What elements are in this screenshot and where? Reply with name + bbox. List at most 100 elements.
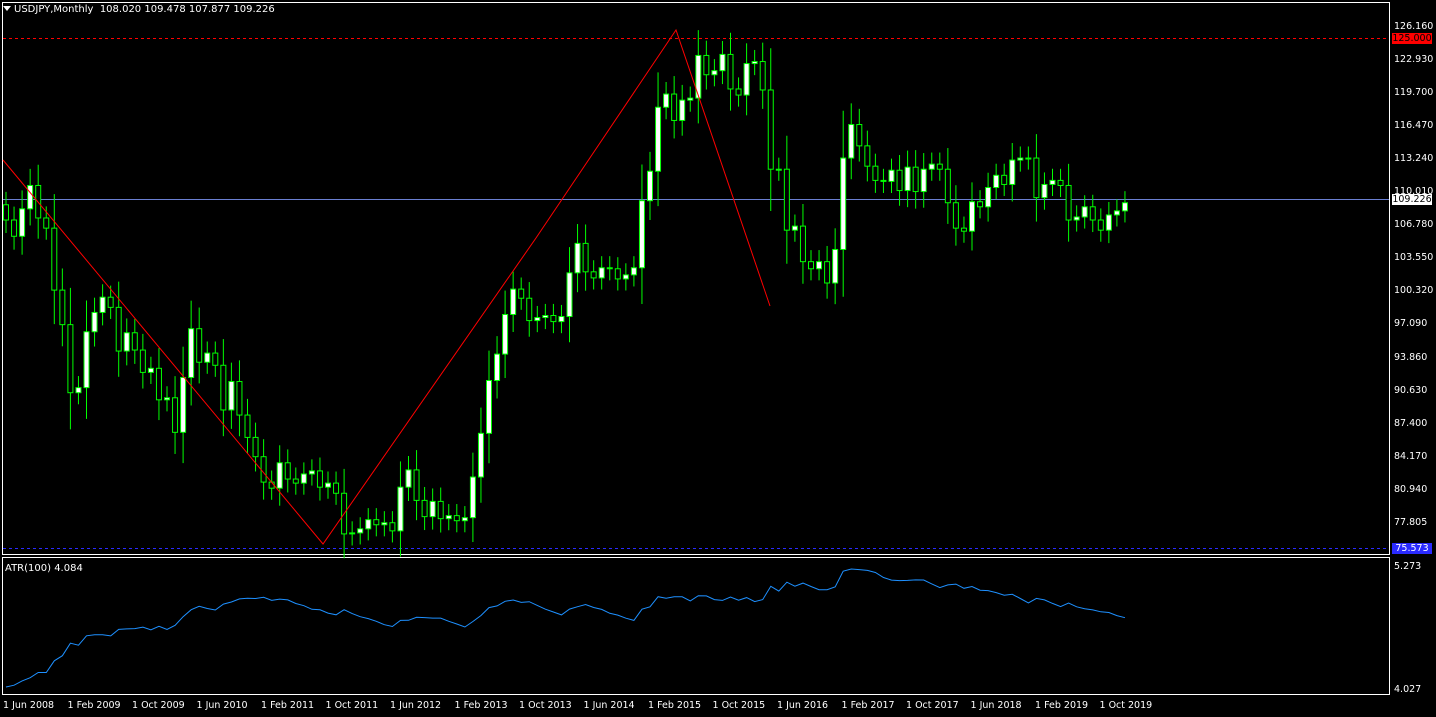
candle [365, 519, 372, 530]
candle [1073, 216, 1080, 221]
candle [1001, 174, 1008, 185]
time-axis-label: 1 Feb 2015 [648, 700, 702, 711]
candle [904, 166, 911, 192]
candle [59, 289, 66, 326]
time-axis-label: 1 Jun 2018 [970, 700, 1022, 711]
price-axis-tick: 116.470 [1394, 120, 1434, 132]
candle [1081, 206, 1088, 218]
candle [1049, 179, 1056, 185]
candle [494, 353, 501, 382]
dropdown-triangle-icon[interactable] [3, 6, 11, 11]
candle [791, 225, 798, 231]
lower-level-tag: 75.573 [1392, 543, 1432, 554]
candle [622, 274, 629, 280]
price-axis-tick: 106.780 [1394, 219, 1434, 231]
candle [244, 414, 251, 438]
candle [99, 296, 106, 313]
time-axis-label: 1 Jun 2010 [196, 700, 248, 711]
candle [437, 500, 444, 520]
time-axis-label: 1 Jun 2014 [583, 700, 635, 711]
candle [711, 70, 718, 76]
indicator-panel-frame [2, 557, 1390, 695]
price-axis-tick: 93.860 [1394, 351, 1428, 363]
candle [83, 331, 90, 389]
candle [928, 163, 935, 170]
candle [912, 166, 919, 193]
atr-line [5, 568, 1126, 688]
candle [381, 522, 388, 526]
candle [308, 470, 315, 475]
price-axis-tick: 90.630 [1394, 384, 1428, 396]
candle [896, 169, 903, 192]
candle [816, 261, 823, 270]
time-axis-label: 1 Oct 2015 [712, 700, 766, 711]
time-axis-label: 1 Oct 2011 [325, 700, 379, 711]
candle [1025, 157, 1032, 160]
candle [172, 397, 179, 433]
time-axis-label: 1 Jun 2016 [777, 700, 829, 711]
candle [204, 352, 211, 363]
candle [43, 217, 50, 229]
candle [856, 124, 863, 147]
candle [405, 469, 412, 488]
chart-header[interactable]: USDJPY,Monthly 108.020 109.478 107.877 1… [3, 4, 275, 15]
candle [832, 248, 839, 284]
time-axis-label: 1 Feb 2019 [1035, 700, 1089, 711]
candle [115, 306, 122, 352]
candle [1009, 159, 1016, 185]
candle [316, 470, 323, 488]
candle [864, 145, 871, 167]
candle [1057, 179, 1064, 186]
ohlc-values: 108.020 109.478 107.877 109.226 [99, 4, 275, 15]
candle [767, 89, 774, 170]
candle [486, 380, 492, 434]
price-axis-tick: 84.170 [1394, 450, 1428, 462]
price-axis-tick: 77.805 [1394, 516, 1428, 528]
price-axis-tick: 100.320 [1394, 285, 1434, 297]
candle [510, 288, 517, 315]
candle [687, 97, 694, 101]
candle [590, 271, 597, 279]
candle [518, 288, 525, 299]
candlestick-series [3, 30, 1128, 559]
symbol-timeframe: USDJPY,Monthly [14, 4, 94, 15]
candle [397, 486, 404, 532]
candle [799, 225, 806, 263]
time-axis-label: 1 Feb 2017 [841, 700, 895, 711]
candle [212, 352, 219, 366]
candle [671, 93, 678, 121]
candle [719, 53, 726, 72]
candle [936, 163, 943, 170]
candle [775, 168, 782, 171]
candle [598, 267, 605, 279]
candle [558, 316, 565, 323]
candle [300, 473, 307, 484]
candle [944, 168, 951, 204]
atr-indicator-label: ATR(100) 4.084 [5, 563, 83, 574]
candle [1065, 184, 1072, 221]
candle [260, 456, 267, 483]
price-axis-tick: 119.700 [1394, 87, 1434, 99]
time-axis-label: 1 Jun 2008 [3, 700, 55, 711]
atr-axis-bottom: 4.027 [1394, 684, 1422, 695]
candle [461, 517, 468, 522]
candle [614, 268, 621, 280]
candle [11, 219, 18, 237]
price-axis-tick: 113.240 [1394, 153, 1434, 165]
candle [735, 88, 742, 96]
candle [139, 349, 146, 373]
time-axis-label: 1 Oct 2019 [1099, 700, 1153, 711]
candle [808, 261, 814, 270]
candle [276, 462, 283, 489]
candle [453, 515, 460, 522]
candle [445, 515, 452, 520]
candle [663, 93, 670, 108]
candle [180, 376, 187, 433]
price-axis-tick: 126.160 [1394, 21, 1434, 32]
price-axis-tick: 103.550 [1394, 252, 1434, 264]
price-axis-tick: 97.090 [1394, 318, 1428, 330]
candle [284, 462, 291, 480]
candle [783, 168, 790, 231]
candle [638, 200, 645, 269]
candle [164, 397, 170, 401]
